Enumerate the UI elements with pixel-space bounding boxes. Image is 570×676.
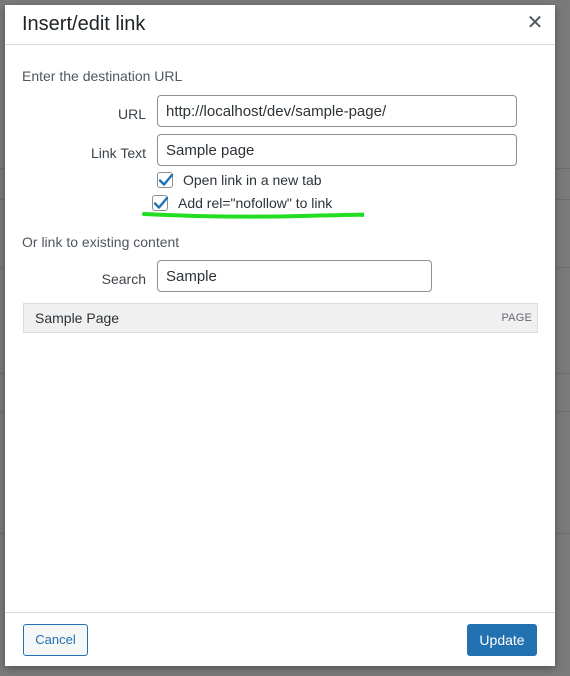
open-new-tab-row[interactable]: Open link in a new tab <box>157 170 322 190</box>
nofollow-checkbox[interactable] <box>152 195 169 211</box>
cancel-button[interactable]: Cancel <box>23 624 88 656</box>
dialog-title: Insert/edit link <box>22 13 146 35</box>
open-new-tab-label: Open link in a new tab <box>183 172 322 188</box>
existing-content-section-label: Or link to existing content <box>22 234 180 250</box>
result-type: PAGE <box>501 312 532 324</box>
url-input[interactable] <box>157 95 517 127</box>
destination-section-label: Enter the destination URL <box>22 68 183 84</box>
dialog-footer: Cancel Update <box>5 612 555 666</box>
close-icon[interactable]: ✕ <box>523 11 547 35</box>
checkmark-icon <box>158 173 174 186</box>
update-button[interactable]: Update <box>467 624 537 656</box>
search-label: Search <box>101 271 146 287</box>
result-title: Sample Page <box>35 310 120 326</box>
url-label: URL <box>117 106 146 122</box>
dialog-header: Insert/edit link ✕ <box>5 5 555 45</box>
checkmark-icon <box>153 196 169 209</box>
nofollow-label: Add rel="nofollow" to link <box>178 195 333 211</box>
insert-link-dialog: Insert/edit link ✕ Enter the destination… <box>5 5 555 666</box>
link-text-input[interactable] <box>157 134 517 166</box>
search-results-list: Sample Page PAGE <box>23 303 538 333</box>
search-input[interactable] <box>157 260 432 292</box>
nofollow-row[interactable]: Add rel="nofollow" to link <box>152 193 332 213</box>
open-new-tab-checkbox[interactable] <box>157 172 174 188</box>
link-text-label: Link Text <box>91 145 146 161</box>
annotation-underline <box>142 212 364 219</box>
